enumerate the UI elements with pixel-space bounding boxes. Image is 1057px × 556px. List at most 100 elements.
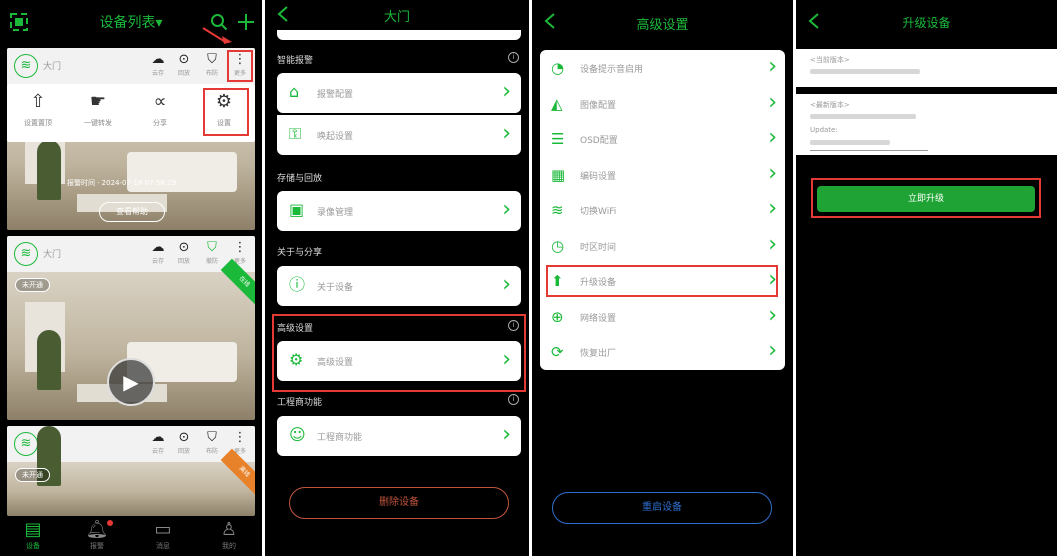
camera-card[interactable]: ≋ 大门 ☁云存 ⊙回放 ⛉布防 ⋮更多 未开通 离线 [7,426,255,516]
row-device-sound[interactable]: ◔ 设备提示音启用 › [540,50,785,86]
camera-card-header: ≋ 大门 ☁ 云存 ⊙ 回放 ⛉ 撤防 ⋮ 更多 [7,236,255,272]
row-label: 工程商功能 [317,433,363,443]
add-device-icon[interactable] [236,12,256,32]
cloud-button[interactable]: ☁ 云存 [145,240,171,265]
device-icon: ▤ [24,519,42,540]
device-list-screen: 设备列表▾ ≋ 大门 ☁ 云存 ⊙ 回放 ⛉ 布防 ⋮ 更多 报警时间 · 2024-0… [0,0,262,556]
row-installer-functions[interactable]: ☺ 工程商功能 › [277,416,521,456]
chevron-right-icon: › [502,79,511,104]
help-button[interactable]: 查看帮助 [99,202,165,222]
playback-button[interactable]: ⊙ 回放 [171,430,197,455]
camera-thumbnail[interactable]: 未开通 离线 [7,426,255,516]
menu-item-label: 设置置顶 [24,119,52,127]
current-version-value-redacted [810,69,920,74]
camera-name: 大门 [43,62,62,72]
cloud-button[interactable]: ☁ 云存 [145,52,171,77]
row-image-config[interactable]: ◭ 图像配置 › [540,86,785,122]
row-encoding[interactable]: ▦ 编码设置 › [540,157,785,193]
row-timezone[interactable]: ◷ 时区时间 › [540,228,785,264]
playback-label: 回放 [177,448,190,455]
wifi-icon: ≋ [14,432,38,456]
row-recording-management[interactable]: ▣ 录像管理 › [277,191,521,231]
image-icon: ◭ [551,94,563,113]
chevron-right-icon: › [502,197,511,222]
chevron-right-icon: › [768,231,777,257]
camera-card[interactable]: ≋ 大门 ☁ 云存 ⊙ 回放 ⛉ 撤防 ⋮ 更多 未开通 在线 ▶ [7,236,255,420]
sliders-icon: ☰ [551,130,565,148]
playback-icon: ⊙ [178,240,190,255]
bottom-tab-bar: ▤ 设备 🔔︎ 报警 ▭ 消息 ♙ 我的 [0,517,262,556]
cloud-status-badge: 未开通 [15,468,50,482]
arm-button[interactable]: ⛉ 布防 [199,52,225,77]
cloud-label: 云存 [151,258,164,265]
playback-button[interactable]: ⊙ 回放 [171,240,197,265]
info-icon[interactable]: i [508,394,519,405]
row-factory-reset[interactable]: ⟳ 恢复出厂 › [540,334,785,370]
row-switch-wifi[interactable]: ≋ 切换WiFi › [540,192,785,228]
cloud-icon: ☁ [151,52,165,67]
play-icon[interactable]: ▶ [107,358,155,406]
row-label: 图像配置 [580,100,617,111]
wake-icon: ⚿ [289,124,302,143]
menu-item-one-click[interactable]: ☛ 一键转发 [73,90,123,128]
row-about-device[interactable]: ⓘ 关于设备 › [277,266,521,306]
cloud-button[interactable]: ☁ 云存 [145,430,171,455]
info-icon[interactable]: i [508,52,519,63]
cloud-status-badge: 未开通 [15,278,50,292]
advanced-settings-list: ◔ 设备提示音启用 › ◭ 图像配置 › ☰ OSD配置 › ▦ 编码设置 › ≋ 切换WiFi ›… [540,50,785,370]
current-version-label: <当前版本> [810,56,850,64]
latest-version-block: <最新版本> Update: [796,94,1057,155]
tab-label: 报警 [90,542,104,550]
upgrade-device-screen: 升级设备 <当前版本> <最新版本> Update: 立即升级 [796,0,1057,556]
tab-mine[interactable]: ♙ 我的 [209,519,249,551]
more-icon: ⋮ [233,240,247,255]
disarm-button[interactable]: ⛉ 撤防 [199,240,225,265]
row-label: 报警配置 [317,90,354,100]
row-wake-settings[interactable]: ⚿ 唤起设置 › [277,115,521,155]
chevron-right-icon: › [768,338,777,363]
highlight-upgrade [546,265,778,297]
device-settings-screen: 大门 智能报警 i ⌂ 报警配置 › ⚿ 唤起设置 › 存储与回放 ▣ 录像管理… [265,0,529,556]
device-list-header: 设备列表▾ [0,0,262,44]
highlight-settings [203,88,249,136]
chevron-right-icon: › [502,121,511,146]
row-label: 切换WiFi [580,207,617,217]
row-label: 恢复出厂 [580,349,617,359]
playback-label: 回放 [177,70,190,77]
row-alarm-config[interactable]: ⌂ 报警配置 › [277,73,521,113]
cloud-label: 云存 [151,448,164,455]
tab-label: 消息 [156,542,170,550]
camera-card-header: ≋ 大门 ☁云存 ⊙回放 ⛉布防 ⋮更多 [7,48,255,84]
hand-icon: ☛ [89,91,107,112]
section-label: 智能报警 [277,56,314,66]
row-osd-config[interactable]: ☰ OSD配置 › [540,121,785,157]
playback-button[interactable]: ⊙ 回放 [171,52,197,77]
annotation-arrowhead-icon [222,36,232,44]
chevron-right-icon: › [768,54,777,79]
tab-devices[interactable]: ▤ 设备 [13,519,53,551]
menu-item-share[interactable]: ∝ 分享 [135,90,185,128]
info-circle-icon: ⓘ [289,275,306,294]
alarm-badge-dot [107,520,113,526]
tab-label: 我的 [222,542,236,550]
chevron-right-icon: › [768,89,777,115]
row-network-settings[interactable]: ⊕ 网络设置 › [540,299,785,335]
restart-device-button[interactable]: 重启设备 [552,492,772,524]
camera-thumbnail[interactable]: 未开通 在线 ▶ [7,258,255,420]
advanced-settings-screen: 高级设置 ◔ 设备提示音启用 › ◭ 图像配置 › ☰ OSD配置 › ▦ 编码设置 › ≋ 切换… [532,0,793,556]
arm-label: 布防 [205,448,218,455]
more-icon: ⋮ [233,430,247,445]
divider [810,150,928,151]
pin-top-icon: ⇧ [30,91,46,112]
chevron-right-icon: › [502,422,511,447]
delete-device-button[interactable]: 删除设备 [289,487,509,519]
tab-messages[interactable]: ▭ 消息 [143,519,183,551]
row-label: 设备提示音启用 [580,65,644,75]
row-label: 网络设置 [580,313,617,324]
menu-item-pin-top[interactable]: ⇧ 设置置顶 [13,90,63,128]
arm-button[interactable]: ⛉ 布防 [199,430,225,455]
chevron-right-icon: › [768,160,777,186]
latest-version-value-redacted [810,114,916,119]
search-icon[interactable] [210,13,228,31]
row-label: 唤起设置 [317,132,354,142]
